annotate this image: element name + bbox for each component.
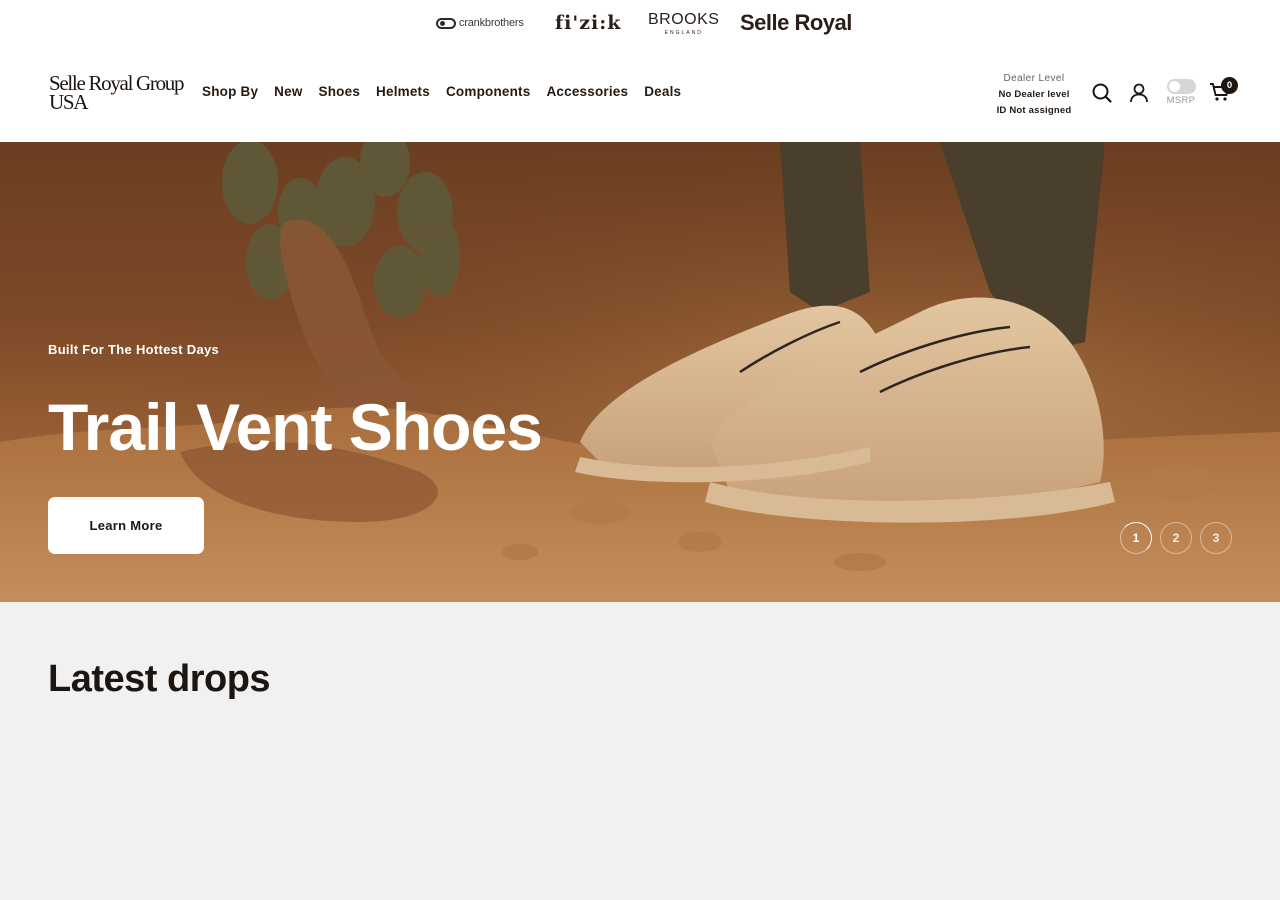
nav-item-shop-by[interactable]: Shop By [202,84,258,99]
hero-banner: Built For The Hottest Days Trail Vent Sh… [0,142,1280,602]
dealer-level-title: Dealer Level [1003,73,1065,84]
brand-link-brooks[interactable]: BROOKS ENGLAND [648,0,719,46]
slide-dot-3[interactable]: 3 [1200,522,1232,554]
nav-item-components[interactable]: Components [446,84,531,99]
slide-dot-2[interactable]: 2 [1160,522,1192,554]
msrp-switch[interactable] [1166,79,1196,94]
main-nav: Shop By New Shoes Helmets Components Acc… [202,84,681,99]
msrp-toggle[interactable]: MSRP [1165,79,1197,106]
hero-eyebrow: Built For The Hottest Days [48,342,220,357]
dealer-level-value: No Dealer level [998,89,1070,100]
msrp-label: MSRP [1166,95,1196,106]
nav-item-new[interactable]: New [274,84,302,99]
slide-pagination: 1 2 3 [1120,522,1232,554]
brand-link-selle-royal[interactable]: Selle Royal [740,0,852,46]
cart-count-badge: 0 [1221,77,1238,94]
brand-label: Selle Royal [740,10,852,35]
site-header: Selle Royal Group USA Shop By New Shoes … [0,46,1280,142]
brand-bar: crankbrothers fi'zi:k BROOKS ENGLAND Sel… [0,0,1280,46]
brand-label: fi'zi:k [555,12,622,34]
nav-item-deals[interactable]: Deals [644,84,681,99]
crankbrothers-logo-icon [436,17,456,29]
brand-link-fizik[interactable]: fi'zi:k [555,0,621,46]
latest-drops-heading: Latest drops [48,658,271,700]
brand-label: crankbrothers [459,17,524,29]
hero-title: Trail Vent Shoes [48,390,543,464]
dealer-info: Dealer Level No Dealer level ID Not assi… [990,71,1078,119]
slide-dot-1[interactable]: 1 [1120,522,1152,554]
site-logo[interactable]: Selle Royal Group USA [49,73,185,114]
nav-item-helmets[interactable]: Helmets [376,84,430,99]
brand-link-crankbrothers[interactable]: crankbrothers [436,0,524,46]
nav-item-shoes[interactable]: Shoes [319,84,361,99]
brand-sublabel: ENGLAND [664,29,703,36]
learn-more-button[interactable]: Learn More [48,497,204,554]
nav-item-accessories[interactable]: Accessories [546,84,628,99]
dealer-id-value: ID Not assigned [996,105,1072,116]
user-icon[interactable] [1128,82,1150,104]
search-icon[interactable] [1091,82,1113,104]
brand-label: BROOKS [648,10,720,28]
logo-line-2: USA [49,90,88,114]
